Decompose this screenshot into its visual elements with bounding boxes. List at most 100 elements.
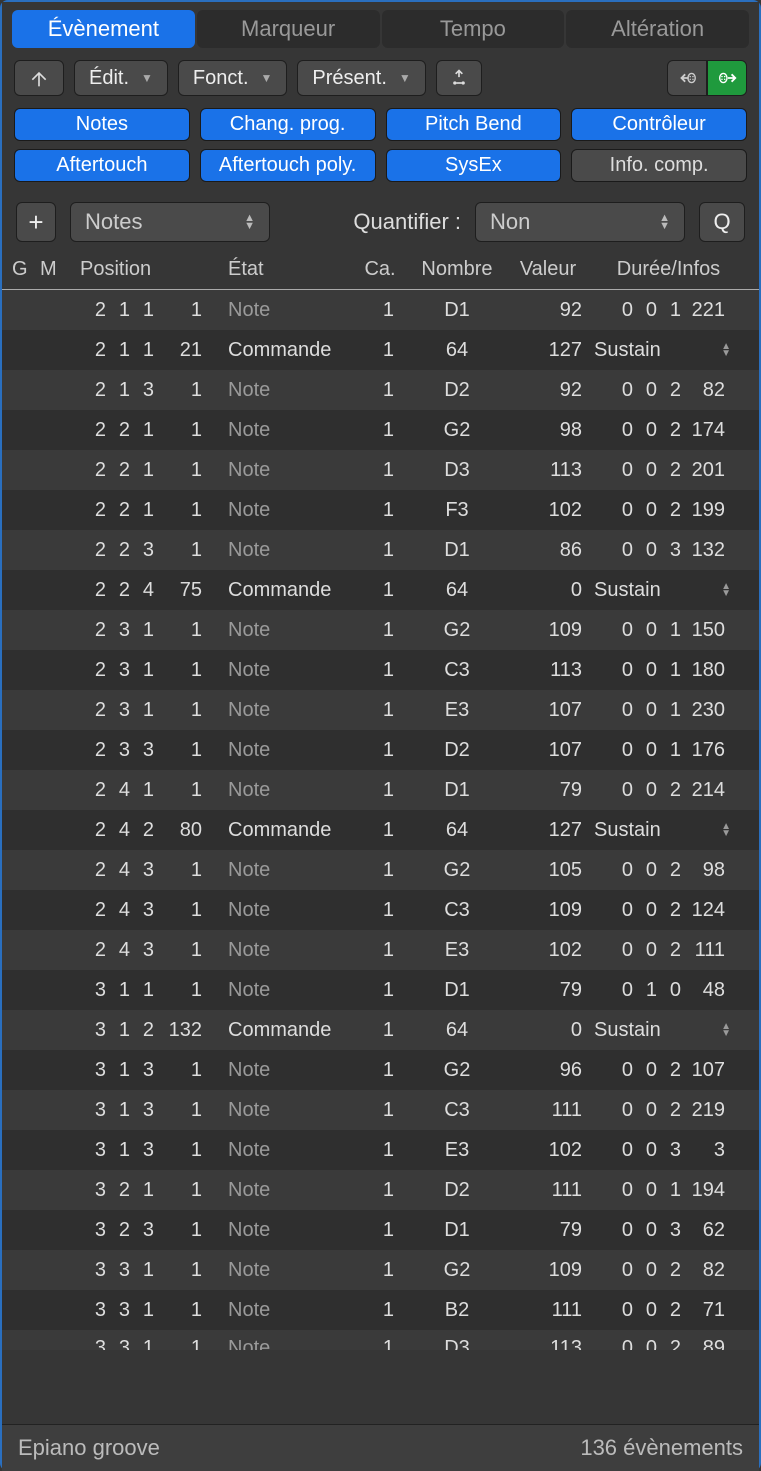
filter-pitchbend[interactable]: Pitch Bend	[386, 108, 562, 141]
col-header-canal[interactable]: Ca.	[354, 258, 406, 281]
cell-position[interactable]: 2131	[70, 379, 228, 402]
cell-valeur[interactable]: 102	[508, 939, 588, 962]
cell-position[interactable]: 3231	[70, 1219, 228, 1242]
cell-etat[interactable]: Note	[228, 1179, 354, 1202]
cell-etat[interactable]: Commande	[228, 819, 354, 842]
col-header-g[interactable]: G	[12, 258, 40, 281]
cell-valeur[interactable]: 102	[508, 1139, 588, 1162]
cell-position[interactable]: 2111	[70, 299, 228, 322]
cell-canal[interactable]: 1	[354, 1139, 406, 1162]
tab-marker[interactable]: Marqueur	[197, 10, 380, 48]
filter-meta[interactable]: Info. comp.	[571, 149, 747, 182]
cell-etat[interactable]: Note	[228, 1219, 354, 1242]
cell-etat[interactable]: Note	[228, 1099, 354, 1122]
cell-etat[interactable]: Note	[228, 619, 354, 642]
cell-valeur[interactable]: 96	[508, 1059, 588, 1082]
table-row[interactable]: 2411Note1D179002214	[2, 770, 759, 810]
cell-valeur[interactable]: 113	[508, 659, 588, 682]
cell-etat[interactable]: Note	[228, 779, 354, 802]
cell-valeur[interactable]: 127	[508, 339, 588, 362]
cell-duree[interactable]: Sustain▲▼	[588, 339, 749, 362]
cell-nombre[interactable]: F3	[406, 499, 508, 522]
cell-etat[interactable]: Note	[228, 459, 354, 482]
edit-menu-button[interactable]: Édit.▼	[74, 60, 168, 96]
cell-nombre[interactable]: 64	[406, 819, 508, 842]
cell-etat[interactable]: Note	[228, 899, 354, 922]
cell-canal[interactable]: 1	[354, 779, 406, 802]
cell-position[interactable]: 2331	[70, 739, 228, 762]
cell-duree[interactable]: 002219	[588, 1099, 749, 1122]
cell-position[interactable]: 3111	[70, 979, 228, 1002]
table-row[interactable]: 2331Note1D2107001176	[2, 730, 759, 770]
cell-valeur[interactable]: 111	[508, 1179, 588, 1202]
cell-duree[interactable]: 002199	[588, 499, 749, 522]
cell-position[interactable]: 2431	[70, 939, 228, 962]
cell-position[interactable]: 2411	[70, 779, 228, 802]
filter-polyaftertouch[interactable]: Aftertouch poly.	[200, 149, 376, 182]
cell-position[interactable]: 3211	[70, 1179, 228, 1202]
table-row[interactable]: 2311Note1E3107001230	[2, 690, 759, 730]
cell-duree[interactable]: Sustain▲▼	[588, 579, 749, 602]
cell-position[interactable]: 21121	[70, 339, 228, 362]
cell-etat[interactable]: Note	[228, 499, 354, 522]
cell-canal[interactable]: 1	[354, 579, 406, 602]
cell-canal[interactable]: 1	[354, 459, 406, 482]
cell-canal[interactable]: 1	[354, 1259, 406, 1282]
add-event-button[interactable]: +	[16, 202, 56, 242]
midi-in-button[interactable]	[667, 60, 707, 96]
cell-position[interactable]: 2431	[70, 859, 228, 882]
filter-progchange[interactable]: Chang. prog.	[200, 108, 376, 141]
cell-valeur[interactable]: 111	[508, 1299, 588, 1322]
table-row[interactable]: 3211Note1D2111001194	[2, 1170, 759, 1210]
cell-nombre[interactable]: D2	[406, 1179, 508, 1202]
cell-position[interactable]: 3131	[70, 1099, 228, 1122]
cell-canal[interactable]: 1	[354, 859, 406, 882]
tab-signature[interactable]: Altération	[566, 10, 749, 48]
cell-position[interactable]: 2211	[70, 419, 228, 442]
event-type-select[interactable]: Notes ▲▼	[70, 202, 270, 242]
table-row[interactable]: 2231Note1D186003132	[2, 530, 759, 570]
cell-valeur[interactable]: 111	[508, 1099, 588, 1122]
cell-valeur[interactable]: 79	[508, 979, 588, 1002]
table-row[interactable]: 2111Note1D192001221	[2, 290, 759, 330]
quantize-select[interactable]: Non ▲▼	[475, 202, 685, 242]
cell-nombre[interactable]: 64	[406, 339, 508, 362]
cell-valeur[interactable]: 92	[508, 379, 588, 402]
functions-menu-button[interactable]: Fonct.▼	[178, 60, 287, 96]
cell-valeur[interactable]: 109	[508, 899, 588, 922]
table-row[interactable]: 3131Note1G296002107	[2, 1050, 759, 1090]
cell-duree[interactable]: 01048	[588, 979, 749, 1002]
col-header-position[interactable]: Position	[70, 258, 228, 281]
cell-nombre[interactable]: C3	[406, 659, 508, 682]
cell-duree[interactable]: 001230	[588, 699, 749, 722]
cell-etat[interactable]: Note	[228, 739, 354, 762]
table-row[interactable]: 2431Note1G210500298	[2, 850, 759, 890]
cell-valeur[interactable]: 113	[508, 459, 588, 482]
cell-position[interactable]: 2211	[70, 499, 228, 522]
cell-position[interactable]: 2311	[70, 619, 228, 642]
table-row[interactable]: 24280Commande164127Sustain▲▼	[2, 810, 759, 850]
cell-duree[interactable]: 00298	[588, 859, 749, 882]
cell-valeur[interactable]: 79	[508, 1219, 588, 1242]
cell-position[interactable]: 3311	[70, 1337, 228, 1351]
cell-nombre[interactable]: B2	[406, 1299, 508, 1322]
cell-valeur[interactable]: 107	[508, 739, 588, 762]
cell-nombre[interactable]: E3	[406, 1139, 508, 1162]
cell-valeur[interactable]: 127	[508, 819, 588, 842]
table-row[interactable]: 3131Note1C3111002219	[2, 1090, 759, 1130]
col-header-m[interactable]: M	[40, 258, 70, 281]
cell-canal[interactable]: 1	[354, 1179, 406, 1202]
cell-duree[interactable]: 0033	[588, 1139, 749, 1162]
cell-etat[interactable]: Commande	[228, 339, 354, 362]
table-row[interactable]: 3131Note1E31020033	[2, 1130, 759, 1170]
filter-sysex[interactable]: SysEx	[386, 149, 562, 182]
cell-nombre[interactable]: D3	[406, 459, 508, 482]
table-row[interactable]: 2211Note1G298002174	[2, 410, 759, 450]
view-menu-button[interactable]: Présent.▼	[297, 60, 425, 96]
cell-canal[interactable]: 1	[354, 1099, 406, 1122]
cell-etat[interactable]: Note	[228, 939, 354, 962]
table-row[interactable]: 2131Note1D29200282	[2, 370, 759, 410]
cell-duree[interactable]: 00282	[588, 379, 749, 402]
cell-etat[interactable]: Note	[228, 1259, 354, 1282]
cell-valeur[interactable]: 102	[508, 499, 588, 522]
